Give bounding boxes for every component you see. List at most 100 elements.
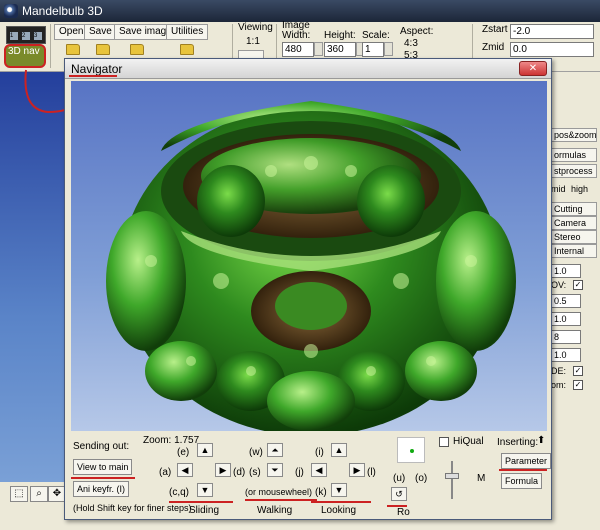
- sliding-key-down: (c,q): [169, 487, 189, 498]
- navigator-title: Navigator: [71, 62, 123, 76]
- slide-right-button[interactable]: ▶: [215, 463, 231, 477]
- looking-key-up: (i): [315, 447, 324, 458]
- scale-spinner[interactable]: [384, 42, 393, 56]
- tab-camera[interactable]: Camera: [551, 216, 597, 230]
- film-icon[interactable]: 1 2 3: [6, 26, 46, 44]
- looking-key-down: (k): [315, 487, 327, 498]
- tab-internal[interactable]: Internal: [551, 244, 597, 258]
- ani-keyframe-button[interactable]: Ani keyfr. (I): [73, 481, 130, 497]
- aspect-value-1[interactable]: 4:3: [404, 38, 418, 49]
- arrow-up-icon: ⏶: [271, 445, 279, 455]
- width-label: Width:: [282, 30, 311, 41]
- viewing-value[interactable]: 1:1: [246, 36, 260, 47]
- scale-label: Scale:: [362, 30, 390, 41]
- looking-key-right: (l): [367, 467, 376, 478]
- rotate-icon: ↺: [395, 489, 403, 499]
- save-image-folder-icon[interactable]: [130, 44, 144, 55]
- utilities-folder-icon[interactable]: [180, 44, 194, 55]
- width-spinner[interactable]: [314, 42, 323, 56]
- navigator-controls: Sending out: Zoom: 1.757 View to main An…: [65, 433, 552, 519]
- hiqual-checkbox[interactable]: [439, 437, 449, 447]
- tab-cutting[interactable]: Cutting: [551, 202, 597, 216]
- select-rect-icon[interactable]: ⬚: [10, 486, 28, 502]
- tab-stereo[interactable]: Stereo: [551, 230, 597, 244]
- sending-out-label: Sending out:: [73, 441, 130, 452]
- shift-hint: (Hold Shift key for finer steps): [73, 503, 192, 513]
- right-panel: pos&zoom ormulas stprocess mid high Cutt…: [548, 72, 600, 482]
- lod-mid-label[interactable]: mid: [551, 184, 566, 194]
- zoom-label: om:: [551, 380, 567, 390]
- main-render-area: [0, 72, 66, 482]
- annotation-underline: [69, 75, 117, 77]
- param-field-3[interactable]: 1.0: [551, 312, 581, 326]
- param-field-2[interactable]: 0.5: [551, 294, 581, 308]
- annotation-underline: [169, 501, 233, 503]
- zoom-readout: Zoom: 1.757: [143, 435, 200, 446]
- lod-high-label[interactable]: high: [571, 184, 588, 194]
- 3d-nav-button[interactable]: 3D nav: [4, 44, 46, 68]
- annotation-underline: [499, 469, 547, 471]
- formulas-button[interactable]: ormulas: [551, 148, 597, 162]
- slide-down-button[interactable]: ▼: [197, 483, 213, 497]
- look-right-button[interactable]: ▶: [349, 463, 365, 477]
- look-down-button[interactable]: ▼: [331, 483, 347, 497]
- annotation-underline: [245, 499, 317, 501]
- walking-label: Walking: [257, 505, 293, 516]
- position-preview[interactable]: [397, 437, 425, 463]
- looking-key-left: (j): [295, 467, 304, 478]
- scale-field[interactable]: 1: [362, 42, 384, 57]
- param-field-4[interactable]: 8: [551, 330, 581, 344]
- save-folder-icon[interactable]: [96, 44, 110, 55]
- roll-key-right: (o): [415, 473, 428, 484]
- look-up-button[interactable]: ▲: [331, 443, 347, 457]
- arrow-down-icon: ▼: [200, 485, 210, 495]
- utilities-button[interactable]: Utilities: [166, 24, 209, 40]
- param-field-1[interactable]: 1.0: [551, 264, 581, 278]
- annotation-underline: [311, 501, 371, 503]
- formula-button[interactable]: Formula: [501, 473, 543, 489]
- height-field[interactable]: 360: [324, 42, 356, 57]
- roll-label: Ro: [397, 507, 410, 518]
- sliding-key-up: (e): [177, 447, 190, 458]
- pos-zoom-button[interactable]: pos&zoom: [551, 128, 597, 142]
- looking-label: Looking: [321, 505, 357, 516]
- speed-slider[interactable]: [451, 461, 453, 499]
- open-folder-icon[interactable]: [66, 44, 80, 55]
- speed-slider-handle[interactable]: [445, 473, 459, 479]
- fov-checkbox[interactable]: ✓: [573, 280, 583, 290]
- slide-up-button[interactable]: ▲: [197, 443, 213, 457]
- walk-forward-button[interactable]: ⏶: [267, 443, 283, 457]
- walk-back-button[interactable]: ⏷: [267, 463, 283, 477]
- postprocess-button[interactable]: stprocess: [551, 164, 597, 178]
- arrow-down-icon: ▼: [334, 485, 344, 495]
- insert-up-icon[interactable]: ⬆: [537, 435, 545, 446]
- save-button[interactable]: Save: [84, 24, 117, 40]
- viewing-label: Viewing: [238, 22, 273, 33]
- fractal-viewport[interactable]: [71, 81, 547, 431]
- param-field-5[interactable]: 1.0: [551, 348, 581, 362]
- zmid-field[interactable]: 0.0: [510, 42, 594, 57]
- view-to-main-button[interactable]: View to main: [73, 459, 133, 475]
- arrow-right-icon: ▶: [219, 465, 227, 475]
- zstart-field[interactable]: -2.0: [510, 24, 594, 39]
- close-button[interactable]: ✕: [519, 61, 547, 76]
- arrow-up-icon: ▲: [334, 445, 344, 455]
- arrow-left-icon: ◀: [315, 465, 323, 475]
- width-field[interactable]: 480: [282, 42, 314, 57]
- parameter-button[interactable]: Parameter: [501, 453, 552, 469]
- walking-key-forward: (w): [249, 447, 263, 458]
- navigator-titlebar[interactable]: Navigator ✕: [65, 59, 551, 79]
- zmid-label: Zmid: [482, 42, 505, 53]
- zoom-checkbox[interactable]: ✓: [573, 380, 583, 390]
- hiqual-label: HiQual: [453, 436, 484, 447]
- slide-left-button[interactable]: ◀: [177, 463, 193, 477]
- annotation-underline: [71, 477, 135, 479]
- zoom-icon[interactable]: ⌕: [30, 486, 48, 502]
- arrow-down-icon: ⏷: [271, 465, 279, 475]
- walking-key-back: (s): [249, 467, 261, 478]
- main-titlebar: Mandelbulb 3D: [0, 0, 600, 22]
- look-left-button[interactable]: ◀: [311, 463, 327, 477]
- fov-label: OV:: [551, 280, 567, 290]
- de-checkbox[interactable]: ✓: [573, 366, 583, 376]
- roll-left-button[interactable]: ↺: [391, 487, 407, 501]
